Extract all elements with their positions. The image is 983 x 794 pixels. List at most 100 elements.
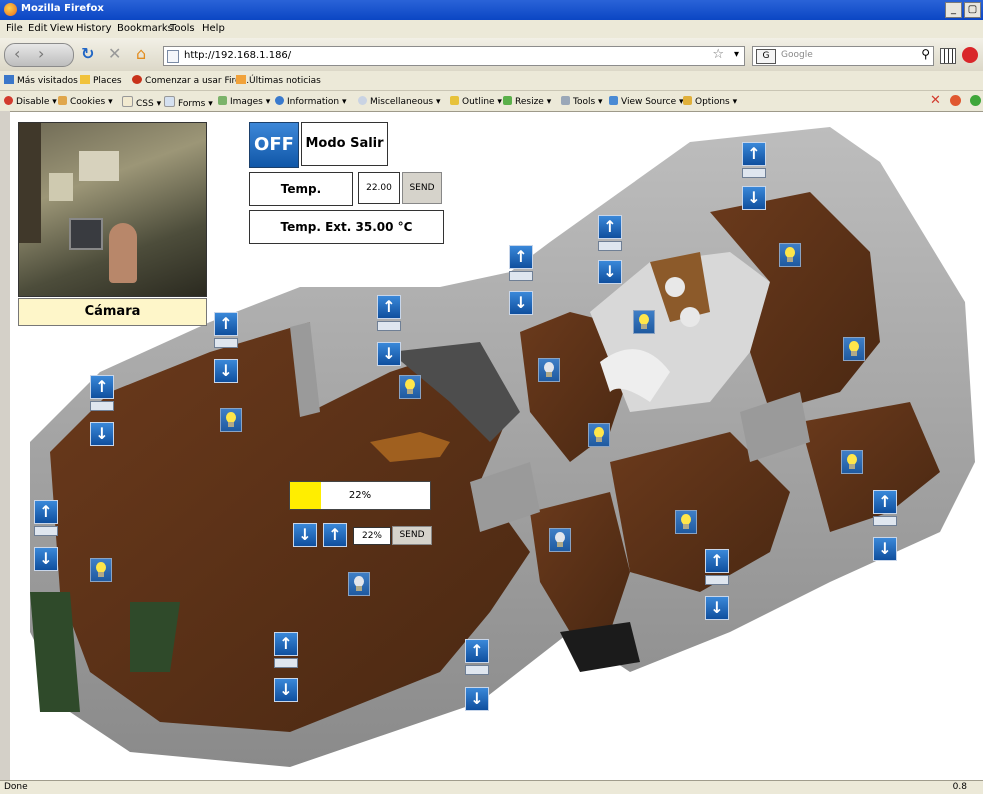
blind-down-button[interactable]: ↓	[90, 422, 114, 446]
bookmark-getting-started[interactable]: Comenzar a usar Fire...	[132, 75, 249, 86]
light-bulb-icon[interactable]	[220, 408, 242, 432]
menu-tools[interactable]: Tools	[170, 23, 195, 34]
menu-edit[interactable]: Edit	[28, 23, 47, 34]
blind-down-button[interactable]: ↓	[705, 596, 729, 620]
devtool-view-source[interactable]: View Source ▾	[609, 96, 684, 107]
temp-input[interactable]: 22.00	[358, 172, 400, 204]
blind-up-button[interactable]: ↑	[509, 245, 533, 269]
devtool-forms[interactable]: Forms ▾	[164, 96, 213, 109]
blind-down-button[interactable]: ↓	[465, 687, 489, 711]
blind-up-button[interactable]: ↑	[465, 639, 489, 663]
blind-up-button[interactable]: ↑	[274, 632, 298, 656]
temp-ext-display: Temp. Ext. 35.00 °C	[249, 210, 444, 244]
stop-icon[interactable]: ✕	[108, 45, 121, 63]
blind-down-button[interactable]: ↓	[509, 291, 533, 315]
light-bulb-icon[interactable]	[90, 558, 112, 582]
blind-up-button[interactable]: ↑	[34, 500, 58, 524]
light-bulb-icon[interactable]	[675, 510, 697, 534]
page-content: Cámara OFF Modo Salir Temp. 22.00 SEND T…	[10, 112, 983, 780]
menu-file[interactable]: File	[6, 23, 23, 34]
chevron-down-icon[interactable]: ▾	[734, 49, 739, 60]
devtool-images[interactable]: Images ▾	[218, 96, 270, 107]
light-bulb-icon[interactable]	[588, 423, 610, 447]
blind-down-button[interactable]: ↓	[377, 342, 401, 366]
grid-icon[interactable]	[940, 48, 956, 64]
blind-up-button[interactable]: ↑	[214, 312, 238, 336]
dimmer-up-button[interactable]: ↑	[323, 523, 347, 547]
mode-exit-button[interactable]: Modo Salir	[301, 122, 388, 166]
bookmark-most-visited[interactable]: Más visitados	[4, 75, 78, 86]
blind-up-button[interactable]: ↑	[90, 375, 114, 399]
blind-up-button[interactable]: ↑	[873, 490, 897, 514]
url-bar[interactable]: http://192.168.1.186/ ☆ ▾	[163, 46, 745, 66]
blind-indicator	[274, 658, 298, 668]
devtool-miscellaneous[interactable]: Miscellaneous ▾	[358, 96, 441, 107]
dimmer-input[interactable]: 22%	[353, 527, 391, 545]
home-icon[interactable]: ⌂	[136, 45, 146, 63]
valid-icon[interactable]	[970, 95, 981, 106]
light-bulb-off-icon[interactable]	[348, 572, 370, 596]
light-bulb-icon[interactable]	[633, 310, 655, 334]
devtool-css[interactable]: CSS ▾	[122, 96, 161, 109]
devtool-label: View Source	[621, 97, 677, 107]
blind-down-button[interactable]: ↓	[873, 537, 897, 561]
devtool-outline[interactable]: Outline ▾	[450, 96, 502, 107]
nav-toolbar: ‹ › ↻ ✕ ⌂ http://192.168.1.186/ ☆ ▾ G Go…	[0, 38, 983, 71]
blind-up-button[interactable]: ↑	[742, 142, 766, 166]
forward-icon[interactable]: ›	[38, 45, 44, 63]
reload-icon[interactable]: ↻	[81, 45, 94, 63]
search-icon[interactable]: ⚲	[921, 47, 930, 61]
back-icon[interactable]: ‹	[14, 45, 20, 63]
status-bar: Done 0.8	[0, 780, 983, 794]
devtool-information[interactable]: Information ▾	[275, 96, 347, 107]
dimmer-down-button[interactable]: ↓	[293, 523, 317, 547]
light-bulb-icon[interactable]	[779, 243, 801, 267]
firefox-icon	[4, 3, 17, 16]
bookmark-label: Más visitados	[17, 76, 78, 86]
bookmark-star-icon[interactable]: ☆	[712, 47, 724, 62]
blind-up-button[interactable]: ↑	[598, 215, 622, 239]
temp-send-button[interactable]: SEND	[402, 172, 442, 204]
devtool-disable[interactable]: Disable ▾	[4, 96, 57, 107]
blind-down-button[interactable]: ↓	[34, 547, 58, 571]
menu-bookmarks[interactable]: Bookmarks	[117, 23, 173, 34]
devtool-cookies[interactable]: Cookies ▾	[58, 96, 113, 107]
blind-down-button[interactable]: ↓	[742, 186, 766, 210]
bookmark-places[interactable]: Places	[80, 75, 122, 86]
devtool-options[interactable]: Options ▾	[683, 96, 737, 107]
menu-help[interactable]: Help	[202, 23, 225, 34]
blind-down-button[interactable]: ↓	[214, 359, 238, 383]
devtool-tools[interactable]: Tools ▾	[561, 96, 603, 107]
error-icon[interactable]	[950, 95, 961, 106]
blind-up-button[interactable]: ↑	[377, 295, 401, 319]
blind-up-button[interactable]: ↑	[705, 549, 729, 573]
bookmark-latest-news[interactable]: Últimas noticias	[236, 75, 321, 86]
devtool-label: Information	[287, 97, 340, 107]
dimmer-send-button[interactable]: SEND	[392, 526, 432, 545]
search-bar[interactable]: G Google ⚲	[752, 46, 934, 66]
adblock-icon[interactable]	[962, 47, 978, 63]
menu-view[interactable]: View	[50, 23, 74, 34]
close-icon[interactable]: ✕	[930, 93, 941, 108]
camera-button[interactable]: Cámara	[18, 298, 207, 326]
light-bulb-off-icon[interactable]	[538, 358, 560, 382]
minimize-button[interactable]: _	[945, 2, 962, 18]
light-bulb-icon[interactable]	[843, 337, 865, 361]
light-bulb-base	[407, 389, 413, 394]
search-engine-icon[interactable]: G	[756, 49, 776, 64]
devtool-label: Resize	[515, 97, 544, 107]
bookmark-label: Últimas noticias	[249, 76, 321, 86]
light-bulb-off-icon[interactable]	[549, 528, 571, 552]
camera-view[interactable]	[18, 122, 207, 297]
menu-history[interactable]: History	[76, 23, 112, 34]
blind-indicator	[377, 321, 401, 331]
light-bulb-icon[interactable]	[399, 375, 421, 399]
off-button[interactable]: OFF	[249, 122, 299, 168]
light-bulb-icon[interactable]	[841, 450, 863, 474]
maximize-button[interactable]: ▢	[964, 2, 981, 18]
blind-down-button[interactable]: ↓	[274, 678, 298, 702]
camera-window	[49, 173, 73, 201]
devtool-resize[interactable]: Resize ▾	[503, 96, 551, 107]
light-bulb-base	[849, 464, 855, 469]
blind-down-button[interactable]: ↓	[598, 260, 622, 284]
